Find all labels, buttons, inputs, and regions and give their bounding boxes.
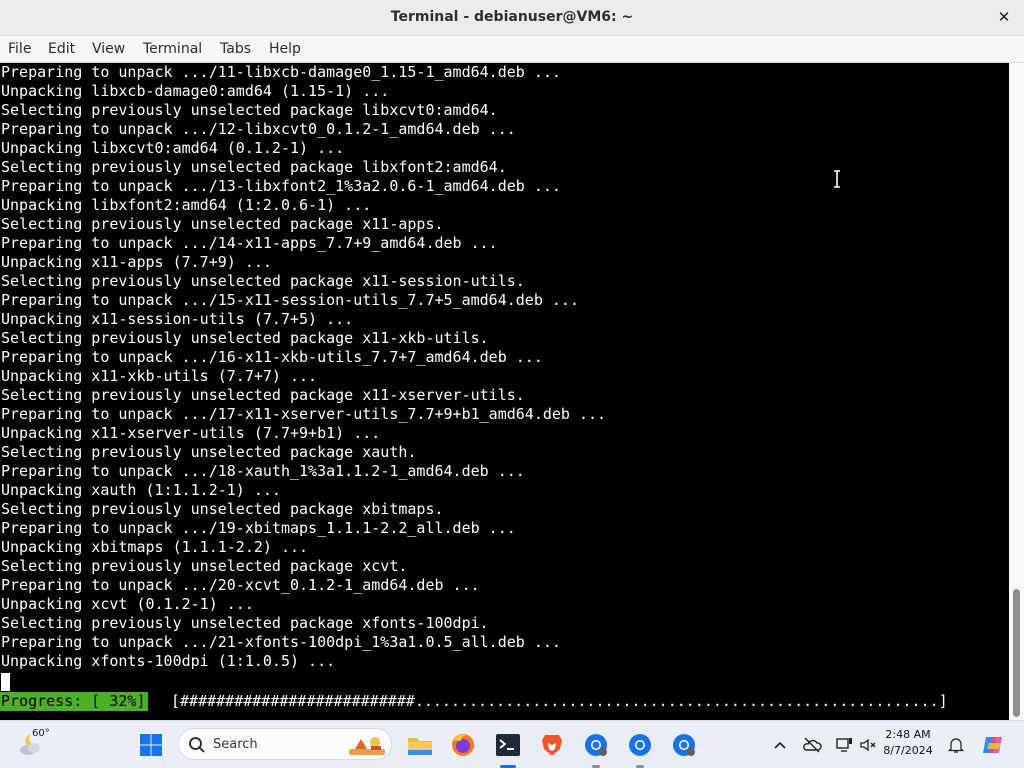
terminal-line: Preparing to unpack .../15-x11-session-u… xyxy=(1,291,579,309)
menu-help[interactable]: Help xyxy=(269,41,301,57)
clock-time: 2:48 AM xyxy=(885,728,931,741)
terminal-line: Selecting previously unselected package … xyxy=(1,272,525,290)
terminal-output[interactable]: Progress: [ 32%] [######################… xyxy=(0,63,1009,720)
chrome-profile-2-icon[interactable] xyxy=(626,731,654,759)
menu-terminal[interactable]: Terminal xyxy=(143,41,202,57)
terminal-line: Selecting previously unselected package … xyxy=(1,215,444,233)
menu-file[interactable]: File xyxy=(8,41,31,57)
firefox-icon[interactable] xyxy=(449,731,477,759)
terminal-line: Selecting previously unselected package … xyxy=(1,614,489,632)
taskbar-clock[interactable]: 2:48 AM 8/7/2024 xyxy=(880,727,936,759)
terminal-app-icon[interactable] xyxy=(494,731,522,759)
terminal-line: Unpacking xauth (1:1.1.2-1) ... xyxy=(1,481,281,499)
terminal-line: Unpacking x11-session-utils (7.7+5) ... xyxy=(1,310,354,328)
search-highlight-illustration-icon xyxy=(349,737,385,755)
window-titlebar: Terminal - debianuser@VM6: ~ ✕ xyxy=(0,0,1024,36)
terminal-line: Unpacking xbitmaps (1.1.1-2.2) ... xyxy=(1,538,309,556)
brave-browser-icon[interactable] xyxy=(538,731,566,759)
chrome-profile-1-icon[interactable] xyxy=(582,731,610,759)
onedrive-offline-icon[interactable] xyxy=(802,735,822,755)
text-cursor xyxy=(1,673,10,691)
window-title: Terminal - debianuser@VM6: ~ xyxy=(390,9,634,25)
weather-temperature: 60° xyxy=(32,728,50,739)
file-explorer-icon[interactable] xyxy=(406,731,434,759)
taskbar: 60° Search 2:48 AM 8/7/2024 xyxy=(0,720,1024,768)
terminal-line: Preparing to unpack .../12-libxcvt0_0.1.… xyxy=(1,120,516,138)
terminal-line: Selecting previously unselected package … xyxy=(1,386,525,404)
terminal-line: Unpacking libxfont2:amd64 (1:2.0.6-1) ..… xyxy=(1,196,372,214)
menu-tabs[interactable]: Tabs xyxy=(220,41,251,57)
volume-muted-icon[interactable] xyxy=(858,735,878,755)
terminal-scrollbar[interactable] xyxy=(1009,63,1024,720)
terminal-line: Preparing to unpack .../17-x11-xserver-u… xyxy=(1,405,607,423)
chevron-up-icon[interactable] xyxy=(770,735,790,755)
terminal-line: Preparing to unpack .../21-xfonts-100dpi… xyxy=(1,633,561,651)
terminal-line: Unpacking xcvt (0.1.2-1) ... xyxy=(1,595,254,613)
terminal-line: Unpacking x11-apps (7.7+9) ... xyxy=(1,253,272,271)
terminal-line: Preparing to unpack .../18-xauth_1%3a1.1… xyxy=(1,462,525,480)
menu-bar: File Edit View Terminal Tabs Help xyxy=(0,36,1024,63)
menu-edit[interactable]: Edit xyxy=(48,41,75,57)
terminal-line: Selecting previously unselected package … xyxy=(1,557,408,575)
progress-bar-text: [##########################.............… xyxy=(171,692,948,710)
terminal-line: Selecting previously unselected package … xyxy=(1,101,498,119)
terminal-line: Selecting previously unselected package … xyxy=(1,158,507,176)
notification-bell-icon[interactable] xyxy=(946,735,966,755)
terminal-line: Preparing to unpack .../14-x11-apps_7.7+… xyxy=(1,234,498,252)
scrollbar-thumb[interactable] xyxy=(1013,589,1020,717)
network-icon[interactable] xyxy=(834,735,854,755)
clock-date: 8/7/2024 xyxy=(883,744,933,757)
terminal-line: Preparing to unpack .../11-libxcb-damage… xyxy=(1,63,561,81)
progress-label: Progress: [ 32%] xyxy=(0,692,148,711)
search-icon xyxy=(189,737,205,753)
terminal-line: Unpacking libxcvt0:amd64 (0.1.2-1) ... xyxy=(1,139,345,157)
terminal-line: Selecting previously unselected package … xyxy=(1,329,489,347)
terminal-line: Selecting previously unselected package … xyxy=(1,443,417,461)
close-button[interactable]: ✕ xyxy=(994,7,1014,27)
search-placeholder: Search xyxy=(213,737,258,752)
copilot-icon[interactable] xyxy=(980,731,1008,759)
taskbar-search-box[interactable]: Search xyxy=(178,728,392,760)
terminal-line: Unpacking libxcb-damage0:amd64 (1.15-1) … xyxy=(1,82,390,100)
mouse-ibeam-cursor-icon xyxy=(834,170,840,188)
terminal-line: Unpacking x11-xkb-utils (7.7+7) ... xyxy=(1,367,318,385)
terminal-line: Preparing to unpack .../13-libxfont2_1%3… xyxy=(1,177,561,195)
chrome-profile-3-icon[interactable] xyxy=(670,731,698,759)
terminal-line: Preparing to unpack .../16-x11-xkb-utils… xyxy=(1,348,543,366)
windows-start-icon[interactable] xyxy=(139,733,163,757)
terminal-line: Preparing to unpack .../19-xbitmaps_1.1.… xyxy=(1,519,516,537)
terminal-line: Unpacking xfonts-100dpi (1:1.0.5) ... xyxy=(1,652,336,670)
menu-view[interactable]: View xyxy=(92,41,125,57)
terminal-line: Unpacking x11-xserver-utils (7.7+9+b1) .… xyxy=(1,424,381,442)
terminal-line: Selecting previously unselected package … xyxy=(1,500,444,518)
terminal-line: Preparing to unpack .../20-xcvt_0.1.2-1_… xyxy=(1,576,480,594)
